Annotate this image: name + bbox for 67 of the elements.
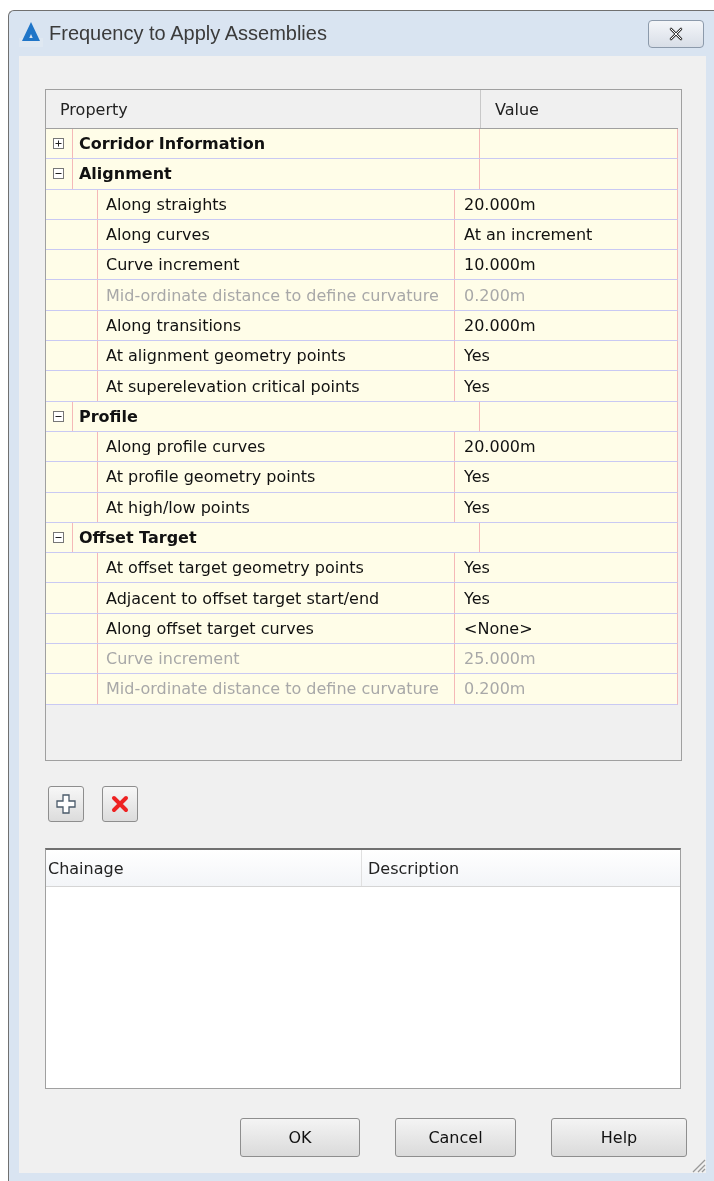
column-header[interactable]: Chainage <box>46 850 362 886</box>
property-value: 0.200m <box>454 280 652 310</box>
plus-icon <box>55 793 77 815</box>
property-name[interactable]: Along offset target curves <box>98 613 454 644</box>
column-header[interactable]: Value <box>481 90 539 128</box>
property-name[interactable]: At high/low points <box>98 492 454 522</box>
resize-grip-icon[interactable] <box>690 1157 706 1173</box>
add-button[interactable] <box>48 786 84 822</box>
property-row[interactable]: Along profile curves 20.000m <box>46 431 678 463</box>
close-button[interactable] <box>648 19 704 48</box>
property-name[interactable]: Adjacent to offset target start/end <box>98 583 454 613</box>
property-value[interactable]: At an increment <box>454 219 652 250</box>
property-row[interactable]: Curve increment 10.000m <box>46 250 678 281</box>
property-value[interactable]: Yes <box>454 371 652 401</box>
property-row[interactable]: Along curves At an increment <box>46 219 678 251</box>
group-row[interactable]: Corridor Information <box>46 129 678 160</box>
property-row[interactable]: Along transitions 20.000m <box>46 310 678 342</box>
group-row[interactable]: Offset Target <box>46 522 678 554</box>
property-row[interactable]: Along straights 20.000m <box>46 189 678 220</box>
collapse-icon[interactable] <box>53 532 65 543</box>
group-row[interactable]: Alignment <box>46 159 678 190</box>
property-row[interactable]: At alignment geometry points Yes <box>46 341 678 372</box>
property-row[interactable]: At profile geometry points Yes <box>46 462 678 493</box>
delete-button[interactable] <box>102 786 138 822</box>
property-row[interactable]: At superelevation critical points Yes <box>46 371 678 402</box>
property-name[interactable]: Along transitions <box>98 310 454 341</box>
property-name[interactable]: At profile geometry points <box>98 462 454 492</box>
property-row[interactable]: Adjacent to offset target start/end Yes <box>46 583 678 614</box>
dialog-button[interactable]: OK <box>240 1118 360 1157</box>
property-value[interactable]: 20.000m <box>454 431 652 462</box>
close-icon <box>667 26 685 41</box>
delete-icon <box>110 794 130 814</box>
group-label[interactable]: Corridor Information <box>71 129 480 159</box>
property-value[interactable]: Yes <box>454 341 652 371</box>
group-row[interactable]: Profile <box>46 401 678 432</box>
property-name[interactable]: Curve increment <box>98 250 454 280</box>
app-logo-icon <box>19 20 43 47</box>
dialog-button[interactable]: Cancel <box>395 1118 516 1157</box>
collapse-icon[interactable] <box>53 410 65 422</box>
property-name[interactable]: Along profile curves <box>98 431 454 462</box>
property-value[interactable]: Yes <box>454 553 652 583</box>
group-label[interactable]: Offset Target <box>71 522 480 553</box>
group-label[interactable]: Alignment <box>71 159 480 189</box>
property-value[interactable]: 20.000m <box>454 310 652 341</box>
column-header[interactable]: Property <box>46 90 481 128</box>
property-name[interactable]: Along curves <box>98 219 454 250</box>
column-header[interactable]: Description <box>362 850 460 886</box>
property-value[interactable]: 10.000m <box>454 250 652 280</box>
group-label[interactable]: Profile <box>71 401 480 431</box>
property-name[interactable]: At superelevation critical points <box>98 371 454 401</box>
property-value: 25.000m <box>454 644 652 674</box>
property-row[interactable]: At offset target geometry points Yes <box>46 553 678 584</box>
dialog-button[interactable]: Help <box>551 1118 687 1157</box>
property-name[interactable]: Along straights <box>98 189 454 219</box>
expand-icon[interactable] <box>53 138 65 150</box>
property-value[interactable]: Yes <box>454 583 652 613</box>
property-row[interactable]: Along offset target curves <None> <box>46 613 678 645</box>
property-value: 0.200m <box>454 674 652 704</box>
property-row[interactable]: At high/low points Yes <box>46 492 678 523</box>
property-value[interactable]: <None> <box>454 613 652 644</box>
property-value[interactable]: 20.000m <box>454 189 652 219</box>
property-value[interactable]: Yes <box>454 492 652 522</box>
property-name[interactable]: At offset target geometry points <box>98 553 454 583</box>
window-title: Frequency to Apply Assemblies <box>49 22 328 45</box>
property-name[interactable]: At alignment geometry points <box>98 341 454 371</box>
collapse-icon[interactable] <box>53 168 65 180</box>
property-value[interactable]: Yes <box>454 462 652 492</box>
